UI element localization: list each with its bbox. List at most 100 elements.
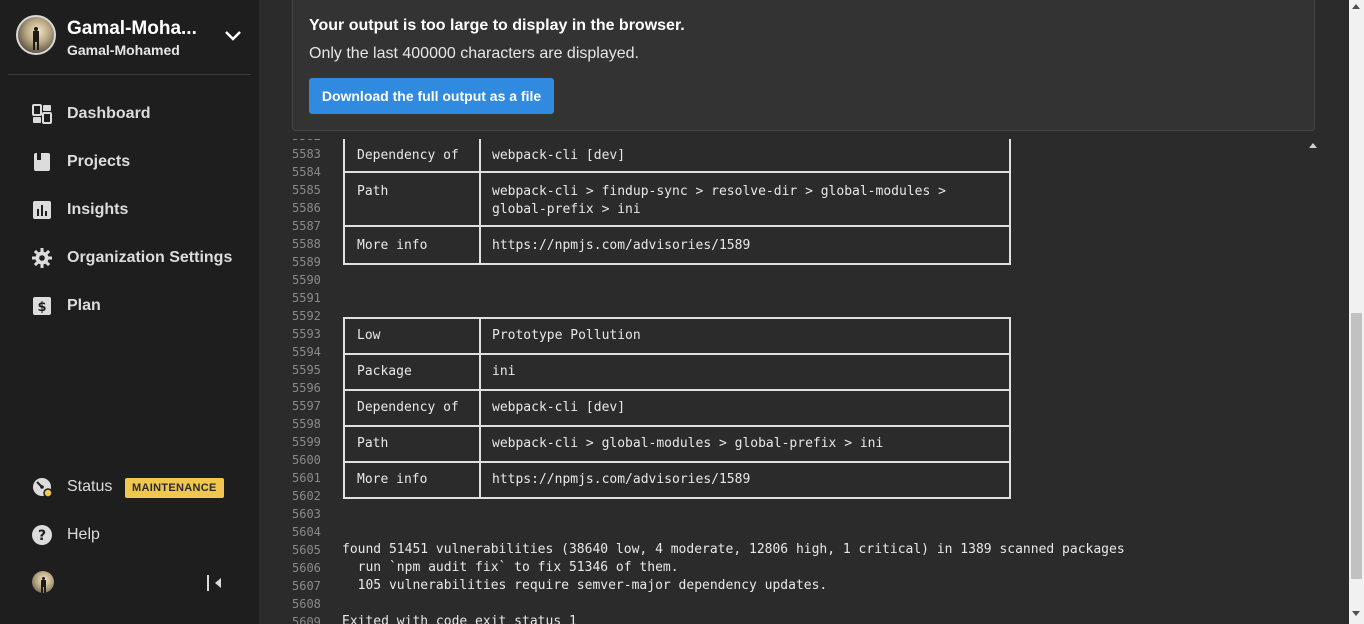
org-switcher[interactable]: Gamal-Moha... Gamal-Mohamed (8, 0, 251, 75)
line-number: 5589 (292, 255, 321, 269)
line-number: 5590 (292, 273, 321, 287)
nav-dashboard[interactable]: Dashboard (32, 102, 247, 126)
line-number: 5599 (292, 435, 321, 449)
audit-table: Dependency of webpack-cli [dev] Path web… (343, 139, 1011, 265)
nav-plan[interactable]: $ Plan (32, 294, 247, 318)
line-number: 5587 (292, 219, 321, 233)
row-key: More info (357, 238, 428, 253)
table-row: More info https://npmjs.com/advisories/1… (345, 227, 1009, 263)
gear-icon (32, 248, 52, 268)
audit-table: Low Prototype Pollution Package ini Depe… (343, 317, 1011, 499)
org-avatar (16, 15, 56, 55)
nav-projects[interactable]: Projects (32, 150, 247, 174)
scroll-up-arrow-icon[interactable] (1309, 143, 1317, 148)
help-icon: ? (32, 525, 52, 545)
line-number: 5606 (292, 561, 321, 575)
line-number: 5591 (292, 291, 321, 305)
download-output-button[interactable]: Download the full output as a file (309, 78, 554, 114)
log-text: found 51451 vulnerabilities (38640 low, … (342, 542, 1125, 557)
row-value: Prototype Pollution (492, 328, 641, 343)
nav-organization-settings[interactable]: Organization Settings (32, 246, 247, 270)
line-number: 5603 (292, 507, 321, 521)
main-content: Your output is too large to display in t… (259, 0, 1349, 624)
help-label: Help (67, 526, 100, 543)
scroll-up-arrow-icon[interactable] (1352, 4, 1360, 9)
user-avatar[interactable] (32, 571, 54, 593)
line-number: 5598 (292, 417, 321, 431)
table-row: Path webpack-cli > findup-sync > resolve… (345, 173, 1009, 227)
page-scrollbar-thumb[interactable] (1351, 313, 1362, 579)
scroll-down-arrow-icon[interactable] (1352, 611, 1360, 616)
status-label: Status (67, 478, 113, 495)
row-key: Path (357, 436, 389, 451)
dollar-icon: $ (32, 296, 52, 316)
svg-text:?: ? (38, 528, 46, 544)
row-value: webpack-cli [dev] (492, 400, 626, 415)
line-number: 5592 (292, 309, 321, 323)
status-badge: MAINTENANCE (125, 478, 224, 498)
line-number: 5596 (292, 381, 321, 395)
svg-text:$: $ (37, 300, 46, 315)
log-text: run `npm audit fix` to fix 51346 of them… (342, 560, 679, 575)
row-value: https://npmjs.com/advisories/1589 (492, 238, 751, 253)
nav-projects-label: Projects (67, 153, 131, 170)
nav-plan-label: Plan (67, 297, 101, 314)
row-key: Dependency of (357, 148, 459, 163)
line-number: 5601 (292, 471, 321, 485)
org-name: Gamal-Moha... (67, 18, 197, 39)
table-row: Dependency of webpack-cli [dev] (345, 391, 1009, 427)
log-line: 5590 (286, 271, 1306, 289)
log-line: 5604 (286, 523, 1306, 541)
log-line: 5606 run `npm audit fix` to fix 51346 of… (286, 559, 1306, 577)
log-line: 5607 105 vulnerabilities require semver-… (286, 577, 1306, 595)
row-key: Low (357, 328, 381, 343)
projects-icon (32, 152, 52, 172)
help-link[interactable]: ? Help (32, 523, 247, 547)
line-number: 5594 (292, 345, 321, 359)
row-value: webpack-cli > global-modules > global-pr… (492, 436, 884, 451)
org-username: Gamal-Mohamed (67, 42, 180, 58)
table-row: More info https://npmjs.com/advisories/1… (345, 463, 1009, 497)
line-number: 5604 (292, 525, 321, 539)
row-key: More info (357, 472, 428, 487)
log-text: Exited with code exit status 1 (342, 614, 577, 624)
nav-organization-settings-label: Organization Settings (67, 249, 233, 266)
banner-title: Your output is too large to display in t… (309, 17, 685, 34)
line-number: 5583 (292, 147, 321, 161)
table-row: Low Prototype Pollution (345, 319, 1009, 355)
log-line: 5591 (286, 289, 1306, 307)
line-number: 5595 (292, 363, 321, 377)
nav-insights[interactable]: Insights (32, 198, 247, 222)
line-number: 5607 (292, 579, 321, 593)
row-value: webpack-cli > findup-sync > resolve-dir … (492, 184, 946, 199)
log-scrollbar[interactable] (1307, 139, 1322, 624)
dashboard-icon (32, 104, 52, 124)
table-row: Package ini (345, 355, 1009, 391)
line-number: 5602 (292, 489, 321, 503)
log-line: 5608 (286, 595, 1306, 613)
status-link[interactable]: Status MAINTENANCE (32, 475, 247, 499)
insights-icon (32, 200, 52, 220)
nav-dashboard-label: Dashboard (67, 105, 151, 122)
line-number: 5609 (292, 615, 321, 624)
line-number: 5588 (292, 237, 321, 251)
chevron-down-icon[interactable] (222, 27, 244, 45)
collapse-sidebar-icon[interactable] (205, 573, 225, 593)
log-text: 105 vulnerabilities require semver-major… (342, 578, 828, 593)
line-number: 5608 (292, 597, 321, 611)
row-value: https://npmjs.com/advisories/1589 (492, 472, 751, 487)
sidebar: Gamal-Moha... Gamal-Mohamed Dashboard Pr… (0, 0, 259, 624)
row-value: ini (492, 364, 516, 379)
line-number: 5605 (292, 543, 321, 557)
line-number: 5600 (292, 453, 321, 467)
row-key: Package (357, 364, 412, 379)
log-line: 5609 Exited with code exit status 1 (286, 613, 1306, 624)
row-value-continued: global-prefix > ini (492, 202, 641, 217)
output-too-large-banner: Your output is too large to display in t… (292, 0, 1315, 131)
status-gauge-icon (32, 477, 53, 498)
line-number: 5586 (292, 201, 321, 215)
line-number: 5582 (292, 139, 328, 143)
line-number: 5584 (292, 165, 321, 179)
line-number: 5593 (292, 327, 321, 341)
row-key: Path (357, 184, 389, 199)
